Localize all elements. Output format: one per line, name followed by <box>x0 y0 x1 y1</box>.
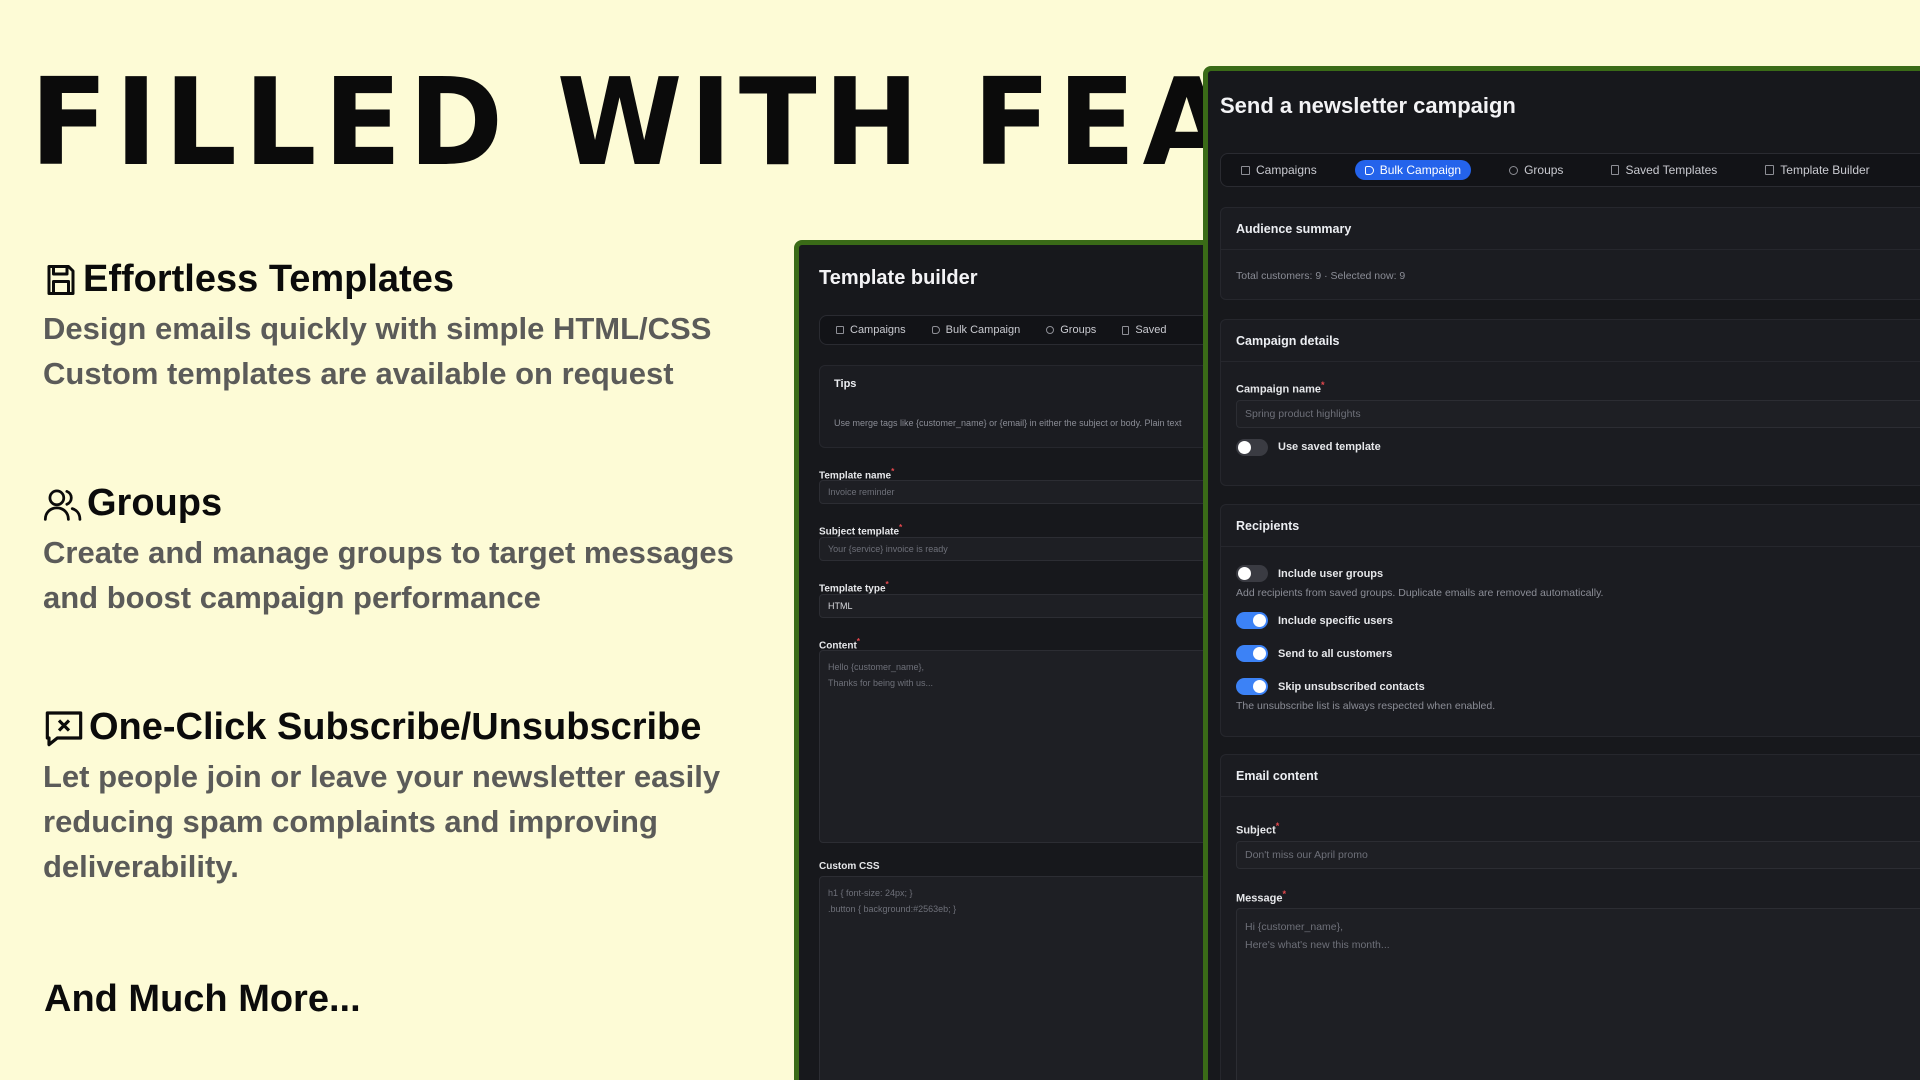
tab-groups[interactable]: Groups <box>1499 160 1573 180</box>
chart-icon <box>1241 165 1250 175</box>
card-title: Campaign details <box>1221 320 1920 362</box>
include-groups-help: Add recipients from saved groups. Duplic… <box>1236 587 1604 599</box>
subject-template-input[interactable]: Your {service} invoice is ready <box>819 537 1210 561</box>
feature-title: One-Click Subscribe/Unsubscribe <box>89 706 702 748</box>
card-title: Audience summary <box>1221 208 1920 250</box>
feature-subscribe: One-Click Subscribe/Unsubscribe Let peop… <box>43 706 763 889</box>
tips-card: Tips Use merge tags like {customer_name}… <box>819 365 1210 448</box>
subject-label: Subject* <box>1236 821 1280 837</box>
tab-bulk-campaign[interactable]: Bulk Campaign <box>931 324 1020 336</box>
send-all-toggle[interactable] <box>1236 645 1268 662</box>
use-saved-template-row: Use saved template <box>1236 438 1920 456</box>
include-specific-row: Include specific users <box>1236 612 1920 629</box>
card-title: Recipients <box>1221 505 1920 547</box>
card-title: Tips <box>834 378 857 390</box>
feature-description: Design emails quickly with simple HTML/C… <box>43 310 712 391</box>
feature-title: Groups <box>87 482 223 524</box>
template-name-input[interactable]: Invoice reminder <box>819 480 1210 504</box>
users-icon <box>1046 326 1055 334</box>
skip-unsubscribed-help: The unsubscribe list is always respected… <box>1236 700 1496 712</box>
subject-input[interactable]: Don't miss our April promo <box>1236 840 1920 869</box>
feature-templates: Effortless Templates Design emails quick… <box>43 258 763 396</box>
chart-icon <box>836 326 844 334</box>
feature-description: Create and manage groups to target messa… <box>43 534 734 615</box>
megaphone-icon <box>1364 165 1374 175</box>
tab-groups[interactable]: Groups <box>1046 324 1096 336</box>
recipients-card: Recipients Include user groups Add recip… <box>1220 504 1920 737</box>
audience-summary-card: Audience summary Total customers: 9 · Se… <box>1220 207 1920 300</box>
message-label: Message* <box>1236 888 1287 905</box>
tips-text: Use merge tags like {customer_name} or {… <box>834 418 1182 428</box>
file-icon <box>1611 165 1620 175</box>
template-type-label: Template type* <box>819 579 889 595</box>
include-specific-toggle[interactable] <box>1236 612 1268 629</box>
tab-saved-templates[interactable]: Saved Templates <box>1601 160 1727 180</box>
tab-bar: Campaigns Bulk Campaign Groups Saved Tem… <box>1220 153 1920 187</box>
users-icon <box>43 489 82 521</box>
include-groups-row: Include user groups <box>1236 547 1920 582</box>
skip-unsubscribed-toggle[interactable] <box>1236 678 1268 695</box>
megaphone-icon <box>931 326 940 334</box>
content-textarea[interactable]: Hello {customer_name}, Thanks for being … <box>819 650 1210 843</box>
template-builder-panel: Template builder Campaigns Bulk Campaign… <box>794 240 1210 1080</box>
layout-icon <box>1765 165 1775 175</box>
campaign-details-card: Campaign details Campaign name* Spring p… <box>1220 319 1920 486</box>
card-title: Email content <box>1221 755 1920 797</box>
tab-bulk-campaign[interactable]: Bulk Campaign <box>1354 160 1472 180</box>
panel-title: Send a newsletter campaign <box>1220 93 1516 118</box>
tab-campaigns[interactable]: Campaigns <box>836 324 906 336</box>
and-much-more: And Much More... <box>44 978 361 1020</box>
tab-campaigns[interactable]: Campaigns <box>1231 160 1327 180</box>
campaign-name-input[interactable]: Spring product highlights <box>1236 399 1920 428</box>
custom-css-textarea[interactable]: h1 { font-size: 24px; } .button { backgr… <box>819 876 1210 1080</box>
message-textarea[interactable]: Hi {customer_name}, Here's what's new th… <box>1236 908 1920 1080</box>
send-all-row: Send to all customers <box>1236 645 1920 662</box>
feature-title: Effortless Templates <box>83 258 454 300</box>
include-groups-toggle[interactable] <box>1236 565 1268 582</box>
feature-description: Let people join or leave your newsletter… <box>43 758 721 884</box>
tab-template-builder[interactable]: Template Builder <box>1755 160 1879 180</box>
subject-template-label: Subject template* <box>819 522 903 538</box>
floppy-disk-icon <box>47 264 75 295</box>
tab-bar: Campaigns Bulk Campaign Groups Saved <box>819 315 1210 345</box>
feature-groups: Groups Create and manage groups to targe… <box>43 482 763 620</box>
skip-unsubscribed-row: Skip unsubscribed contacts <box>1236 678 1920 695</box>
tab-saved-templates[interactable]: Saved <box>1122 324 1167 336</box>
template-type-select[interactable]: HTML <box>819 594 1210 618</box>
file-icon <box>1122 325 1130 335</box>
panel-title: Template builder <box>819 267 978 289</box>
message-x-icon <box>45 711 83 747</box>
campaign-panel: Send a newsletter campaign Campaigns Bul… <box>1203 66 1920 1080</box>
use-saved-template-toggle[interactable] <box>1236 438 1268 456</box>
users-icon <box>1509 165 1519 175</box>
campaign-name-label: Campaign name* <box>1236 380 1325 396</box>
audience-count: Total customers: 9 · Selected now: 9 <box>1236 270 1406 282</box>
email-content-card: Email content Subject* Don't miss our Ap… <box>1220 754 1920 1080</box>
custom-css-label: Custom CSS <box>819 861 880 872</box>
